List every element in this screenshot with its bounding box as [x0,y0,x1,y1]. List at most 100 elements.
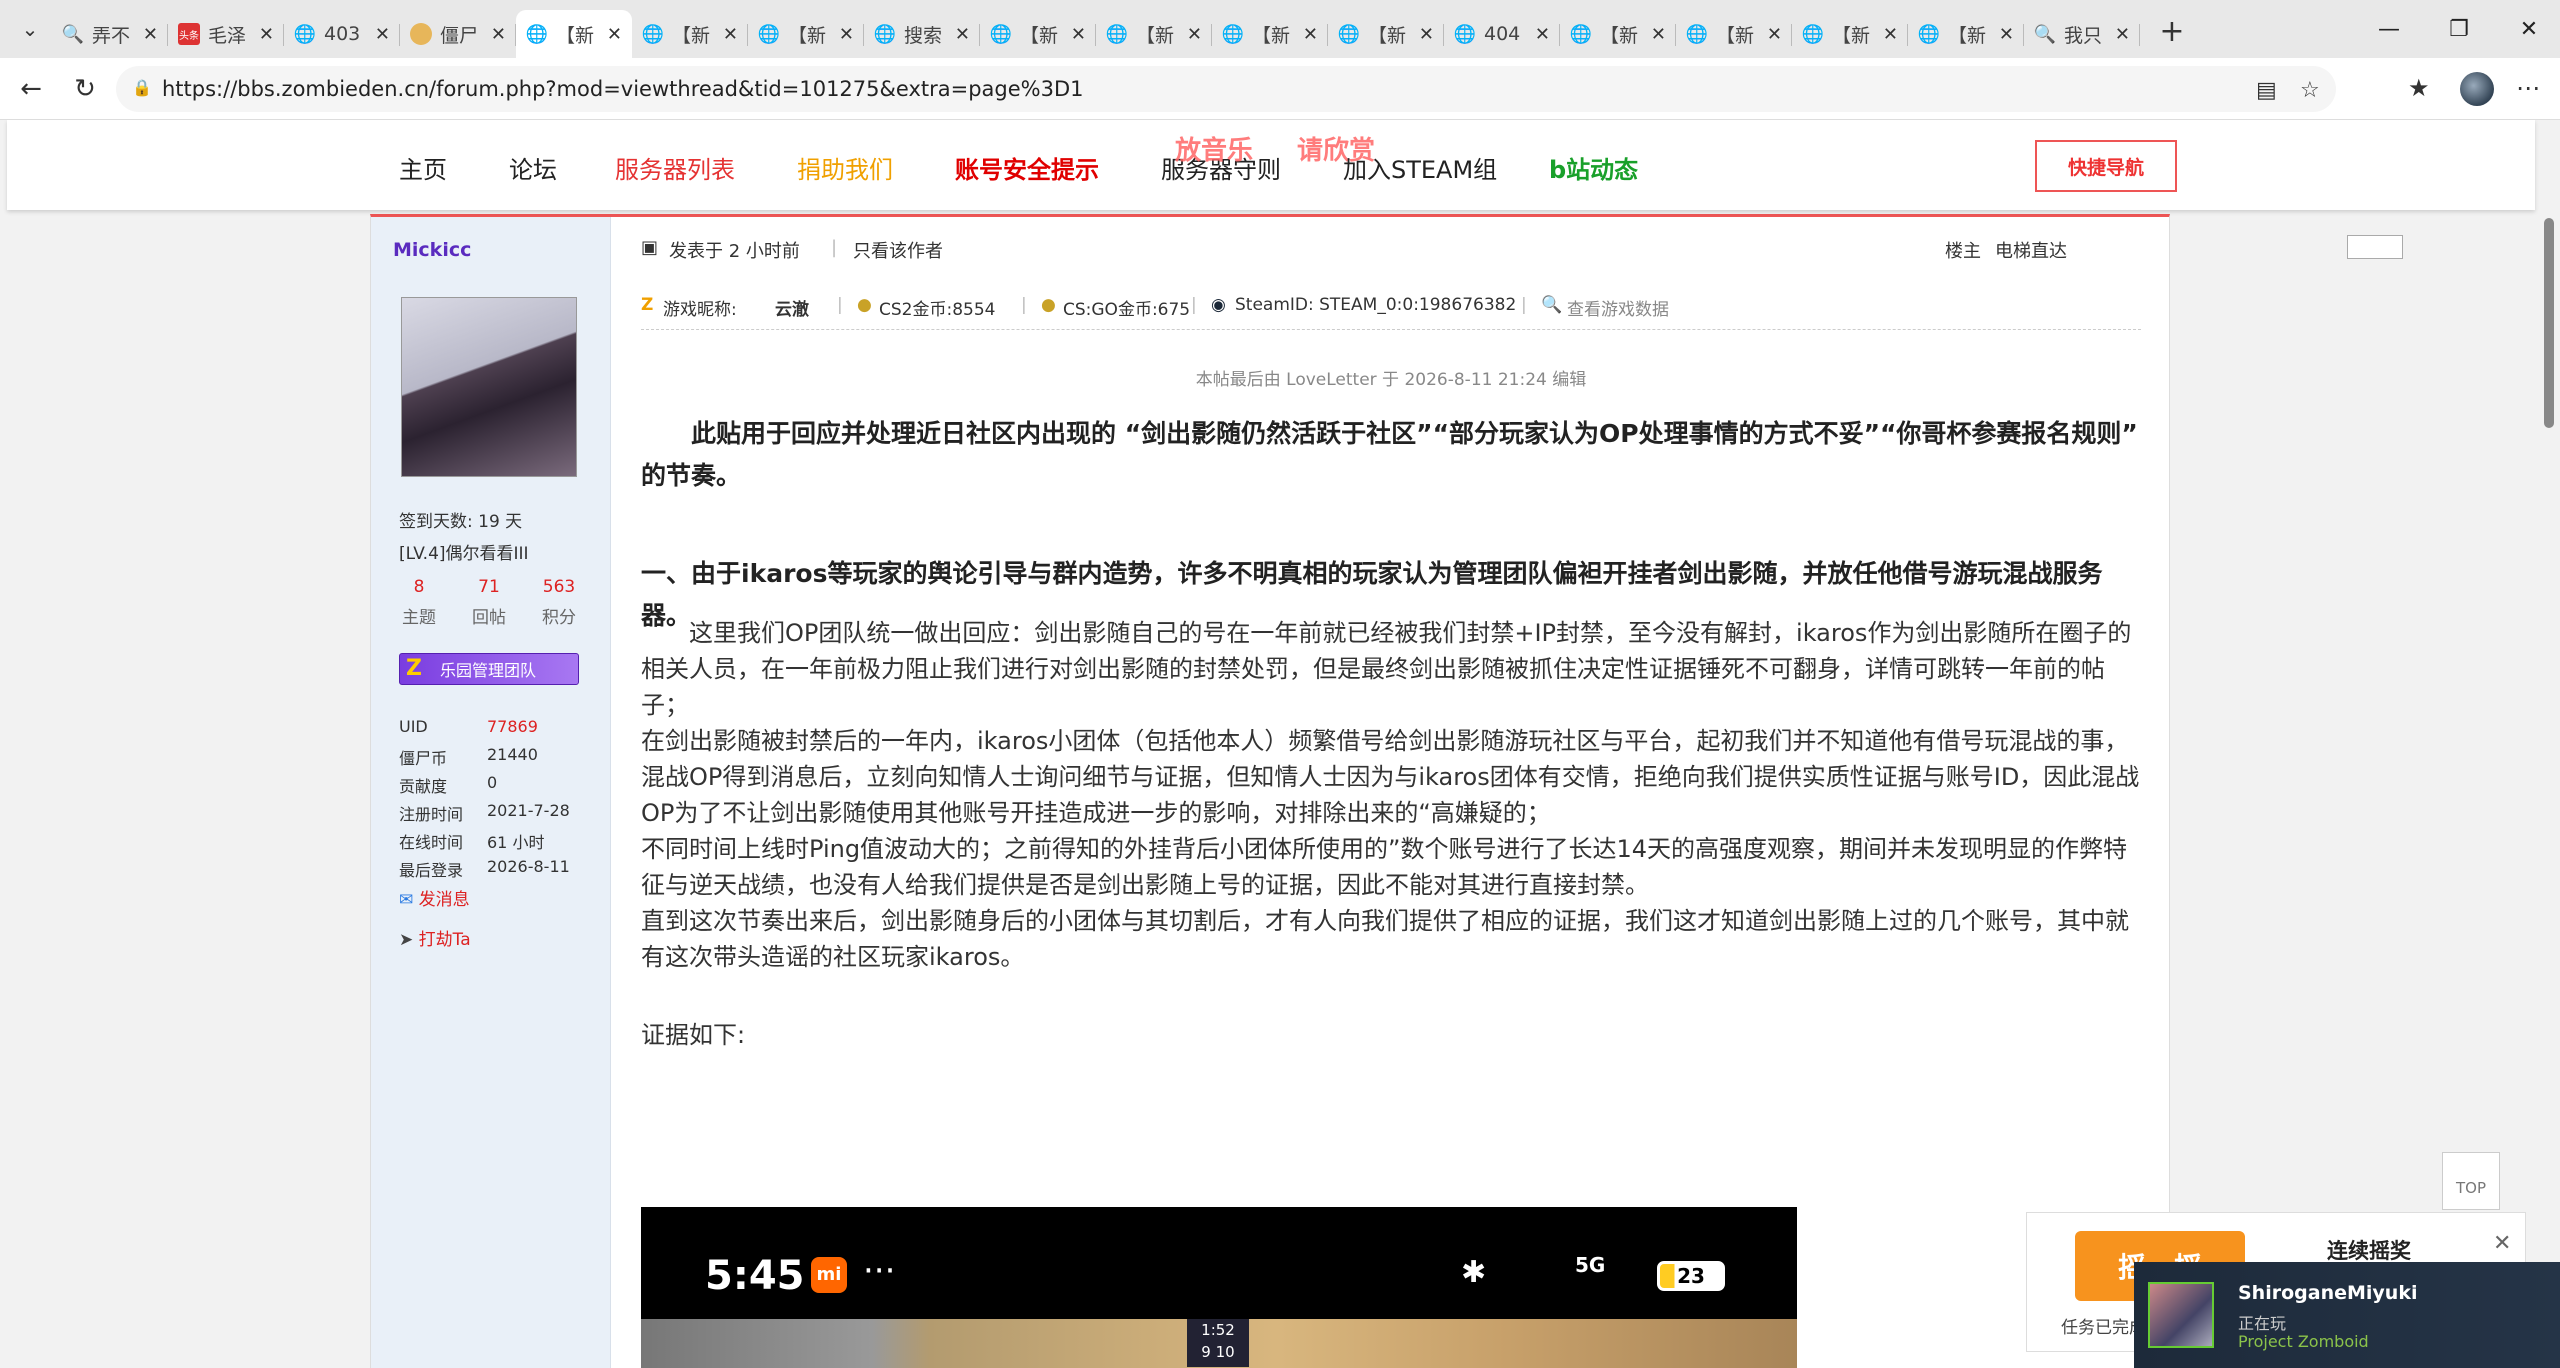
author-name[interactable]: Mickicc [393,239,471,261]
steam-friend-status: 正在玩 [2238,1314,2287,1333]
author-avatar[interactable] [401,297,577,477]
browser-tab[interactable]: 🌐 404 ✕ [1444,10,1560,58]
hot-badge-music: 放音乐 [1175,136,1254,166]
stat-points-label: 积分 [542,608,576,628]
profile-avatar[interactable] [2460,72,2494,106]
tab-title: 僵尸 [440,24,479,47]
browser-tab[interactable]: 🌐 【新 ✕ [980,10,1096,58]
tab-list-menu-button[interactable]: ⌄ [8,7,52,51]
minimize-button[interactable]: — [2354,0,2424,58]
info-value-coins: 21440 [487,745,538,764]
only-author-link[interactable]: 只看该作者 [853,237,943,263]
browser-tab[interactable]: 头条 毛泽 ✕ [168,10,284,58]
tab-close-icon[interactable]: ✕ [491,24,506,45]
tab-close-icon[interactable]: ✕ [2115,24,2130,45]
tab-close-icon[interactable]: ✕ [839,24,854,45]
tab-close-icon[interactable]: ✕ [1303,24,1318,45]
quick-nav-button[interactable]: 快捷导航 [2035,140,2177,192]
browser-tab[interactable]: 🌐 【新 ✕ [1328,10,1444,58]
globe-icon: 🌐 [1221,23,1245,45]
scrollbar-thumb[interactable] [2544,218,2554,428]
browser-tab[interactable]: 🌐 【新 ✕ [1792,10,1908,58]
score-a: 9 [1201,1343,1211,1361]
nav-bilibili[interactable]: b站动态 [1549,150,1638,185]
browser-tab[interactable]: 🌐 【新 ✕ [748,10,864,58]
mi-app-icon: mi [811,1257,847,1293]
tab-close-icon[interactable]: ✕ [723,24,738,45]
globe-icon: 🌐 [1105,23,1129,45]
favorites-list-icon[interactable]: ★ [2408,74,2430,102]
stat-replies-value[interactable]: 71 [459,577,519,597]
nav-forum[interactable]: 论坛 [509,150,557,185]
info-key-registered: 注册时间 [399,805,464,824]
gi-divider-1: | [837,295,843,315]
browser-tab[interactable]: 🌐 【新 ✕ [516,10,632,58]
browser-tab[interactable]: 🔍 弄不 ✕ [52,10,168,58]
tab-close-icon[interactable]: ✕ [259,24,274,45]
nav-server-list[interactable]: 服务器列表 [615,150,735,185]
tab-close-icon[interactable]: ✕ [1883,24,1898,45]
view-game-data-link[interactable]: 查看游戏数据 [1567,295,1669,320]
browser-tab[interactable]: 🌐 【新 ✕ [1212,10,1328,58]
url-field[interactable]: 🔒 https://bbs.zombieden.cn/forum.php?mod… [116,66,2336,112]
elevator-input[interactable] [2347,235,2403,259]
restore-button[interactable]: ❐ [2424,0,2494,58]
group-badge-label: 乐园管理团队 [440,661,537,680]
steam-friend-avatar [2148,1282,2214,1348]
nav-steam-group[interactable]: 加入STEAM组 [1343,150,1497,185]
info-value-last-login: 2026-8-11 [487,857,570,876]
tab-close-icon[interactable]: ✕ [1651,24,1666,45]
browser-tab[interactable]: 🌐 【新 ✕ [1676,10,1792,58]
stat-points-value[interactable]: 563 [529,577,589,597]
tab-close-icon[interactable]: ✕ [607,24,622,45]
nav-account-security[interactable]: 账号安全提示 [955,150,1099,185]
paragraph-4: 直到这次节奏出来后，剑出影随身后的小团体与其切割后，才有人向我们提供了相应的证据… [641,907,2129,971]
tab-close-icon[interactable]: ✕ [1767,24,1782,45]
favorite-star-icon[interactable]: ☆ [2300,78,2320,103]
browser-tab[interactable]: 🌐 【新 ✕ [632,10,748,58]
stat-topics-value[interactable]: 8 [389,577,449,597]
tab-close-icon[interactable]: ✕ [1187,24,1202,45]
globe-icon: 🌐 [757,23,781,45]
tab-close-icon[interactable]: ✕ [1999,24,2014,45]
more-menu-icon[interactable]: ⋯ [2516,74,2540,102]
send-message-link[interactable]: ✉ 发消息 [399,885,470,910]
browser-tab[interactable]: 🌐 【新 ✕ [1560,10,1676,58]
reload-button[interactable]: ↻ [58,62,112,116]
battery-icon: 23 [1657,1261,1725,1291]
page-scrollbar[interactable] [2538,120,2560,1368]
info-value-uid[interactable]: 77869 [487,717,538,736]
tab-title: 【新 [1136,24,1175,47]
tab-title: 【新 [672,24,711,47]
browser-tab[interactable]: 🌐 【新 ✕ [1908,10,2024,58]
tab-title: 【新 [1832,24,1871,47]
steam-notification[interactable]: ShiroganeMiyuki 正在玩 Project Zomboid [2134,1262,2560,1368]
tab-close-icon[interactable]: ✕ [1535,24,1550,45]
close-icon[interactable]: ✕ [2493,1231,2511,1256]
back-to-top-button[interactable]: TOP [2442,1152,2500,1210]
page-viewport: Mickicc 签到天数: 19 天 [LV.4]偶尔看看III 8 主题 71… [0,120,2560,1368]
new-tab-button[interactable]: + [2150,9,2194,53]
steam-friend-name: ShiroganeMiyuki [2238,1282,2418,1304]
browser-tab[interactable]: 🌐 【新 ✕ [1096,10,1212,58]
close-window-button[interactable]: ✕ [2494,0,2560,58]
bluetooth-icon: ✱ [1461,1255,1487,1290]
browser-tab[interactable]: 🌐 搜索 ✕ [864,10,980,58]
tab-close-icon[interactable]: ✕ [1419,24,1434,45]
shake-title: 连续摇奖 [2327,1239,2411,1263]
reader-view-icon[interactable]: ▤ [2256,78,2277,103]
browser-tab[interactable]: 僵尸 ✕ [400,10,516,58]
tab-title: 弄不 [92,24,131,47]
nav-home[interactable]: 主页 [399,150,447,185]
evidence-screenshot[interactable]: 5:45 mi ··· ✱ 5G 23 1:52 9 10 [641,1207,1797,1368]
nav-donate[interactable]: 捐助我们 [797,150,893,185]
tab-close-icon[interactable]: ✕ [1071,24,1086,45]
rob-link[interactable]: ➤ 打劫Ta [399,925,471,950]
search-icon: 🔍 [61,23,85,45]
back-button[interactable]: ← [4,62,58,116]
tab-close-icon[interactable]: ✕ [375,24,390,45]
browser-tab[interactable]: 🌐 403 ✕ [284,10,400,58]
tab-close-icon[interactable]: ✕ [955,24,970,45]
tab-close-icon[interactable]: ✕ [143,24,158,45]
browser-tab[interactable]: 🔍 我只 ✕ [2024,10,2140,58]
